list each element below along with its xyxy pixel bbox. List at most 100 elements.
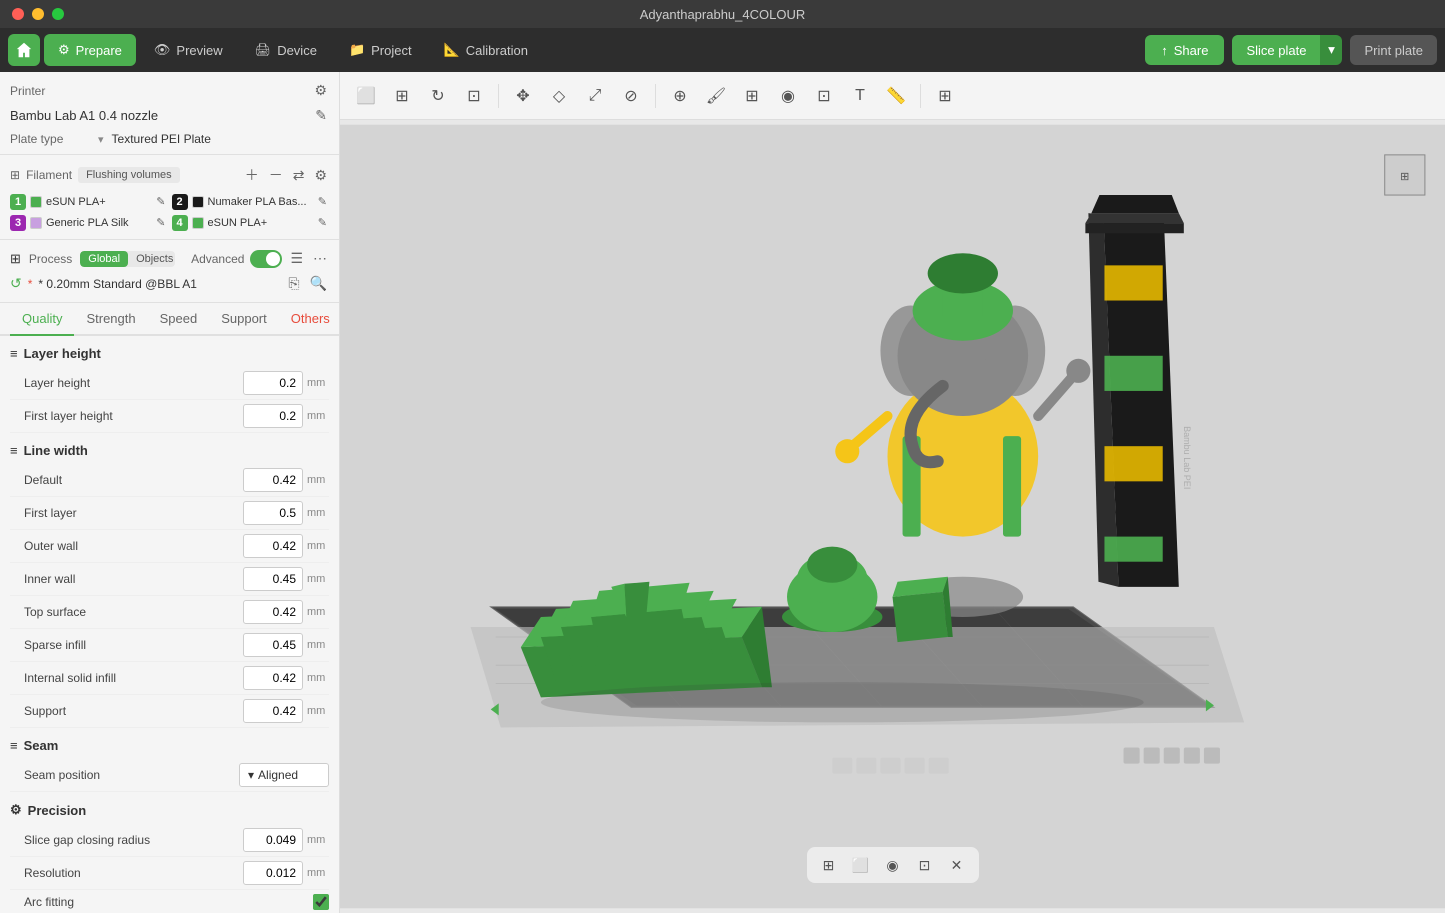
tab-support[interactable]: Support (209, 303, 279, 336)
share-button[interactable]: ↑ Share (1145, 35, 1224, 65)
bt-btn-5[interactable]: ✕ (943, 851, 971, 879)
inner-wall-label: Inner wall (10, 572, 243, 586)
filament-edit-1[interactable]: ✎ (154, 193, 167, 210)
tab-speed[interactable]: Speed (148, 303, 210, 336)
vt-paint-btn[interactable]: 🖌 (700, 80, 732, 112)
vt-rotate-btn[interactable]: ↻ (422, 80, 454, 112)
process-view-button[interactable]: ☰ (288, 248, 305, 269)
sparse-infill-input[interactable] (243, 633, 303, 657)
first-layer-lw-label: First layer (10, 506, 243, 520)
outer-wall-unit: mm (307, 540, 329, 552)
viewport[interactable]: ⬜ ⊞ ↻ ⊡ ✥ ◇ ⤢ ⊘ ⊕ 🖌 ⊞ ◉ ⊡ T 📏 ⊞ (340, 72, 1445, 913)
vt-measure-btn[interactable]: 📏 (880, 80, 912, 112)
vt-perspective-btn[interactable]: ⬜ (350, 80, 382, 112)
vt-grid-btn[interactable]: ⊞ (386, 80, 418, 112)
slice-gap-input[interactable] (243, 828, 303, 852)
tab-project[interactable]: 📁 Project (335, 34, 426, 66)
filament-sync-button[interactable]: ⇄ (291, 165, 307, 186)
process-settings-button[interactable]: ⋯ (311, 248, 329, 269)
layer-height-header: ≡ Layer height (10, 336, 329, 367)
bt-btn-2[interactable]: ⬜ (847, 851, 875, 879)
tab-preview[interactable]: 👁 Preview (140, 34, 237, 66)
filament-edit-4[interactable]: ✎ (316, 214, 329, 231)
sparse-infill-unit: mm (307, 639, 329, 651)
filament-remove-button[interactable]: － (267, 163, 285, 187)
vt-cut-btn[interactable]: ⊘ (615, 80, 647, 112)
vt-select-btn[interactable]: ⊕ (664, 80, 696, 112)
close-button[interactable] (12, 8, 24, 20)
tab-strength[interactable]: Strength (74, 303, 147, 336)
resolution-label: Resolution (10, 866, 243, 880)
tab-prepare[interactable]: ⚙ Prepare (44, 34, 136, 66)
filament-name-1: eSUN PLA+ (46, 196, 150, 208)
profile-search-button[interactable]: 🔍 (308, 273, 329, 294)
bt-btn-3[interactable]: ◉ (879, 851, 907, 879)
vt-orient-btn[interactable]: ◇ (543, 80, 575, 112)
filament-edit-2[interactable]: ✎ (316, 193, 329, 210)
filament-item-1: 1 eSUN PLA+ ✎ (10, 193, 168, 210)
slice-dropdown-button[interactable]: ▾ (1320, 35, 1342, 65)
slice-gap-value: mm (243, 828, 329, 852)
vt-modifier-btn[interactable]: ⊡ (808, 80, 840, 112)
filament-section-label: Filament (26, 168, 72, 182)
tab-quality[interactable]: Quality (10, 303, 74, 336)
vt-text-btn[interactable]: T (844, 80, 876, 112)
settings-scroll[interactable]: ≡ Layer height Layer height mm First lay… (0, 336, 339, 913)
filament-color-3 (30, 217, 42, 229)
viewport-canvas[interactable]: Bambu Lab PEI (340, 120, 1445, 913)
bt-btn-4[interactable]: ⊡ (911, 851, 939, 879)
printer-header: Printer ⚙ (10, 80, 329, 101)
vt-seam-btn[interactable]: ◉ (772, 80, 804, 112)
tab-calibration[interactable]: 📐 Calibration (430, 34, 542, 66)
support-lw-input[interactable] (243, 699, 303, 723)
profile-copy-button[interactable]: ⎘ (286, 273, 301, 294)
inner-wall-value: mm (243, 567, 329, 591)
slice-plate-button[interactable]: Slice plate (1232, 35, 1320, 65)
bt-btn-1[interactable]: ⊞ (815, 851, 843, 879)
top-surface-unit: mm (307, 606, 329, 618)
home-icon (15, 41, 33, 59)
printer-edit-button[interactable]: ✎ (313, 105, 329, 126)
left-panel: Printer ⚙ Bambu Lab A1 0.4 nozzle ✎ Plat… (0, 72, 340, 913)
default-lw-input[interactable] (243, 468, 303, 492)
line-width-header: ≡ Line width (10, 433, 329, 464)
bottom-toolbar: ⊞ ⬜ ◉ ⊡ ✕ (807, 847, 979, 883)
vt-section-btn[interactable]: ⊡ (458, 80, 490, 112)
vt-scale-btn[interactable]: ⤢ (579, 80, 611, 112)
home-button[interactable] (8, 34, 40, 66)
vt-move-btn[interactable]: ✥ (507, 80, 539, 112)
filament-add-button[interactable]: ＋ (243, 163, 261, 187)
resolution-input[interactable] (243, 861, 303, 885)
refresh-icon: ↺ (10, 275, 22, 292)
top-surface-input[interactable] (243, 600, 303, 624)
toggle-global[interactable]: Global (80, 251, 128, 267)
preview-label: Preview (176, 43, 222, 58)
toggle-objects[interactable]: Objects (128, 251, 175, 267)
filament-edit-3[interactable]: ✎ (154, 214, 167, 231)
tab-others[interactable]: Others (279, 303, 340, 336)
window-controls (12, 8, 64, 20)
seam-position-select[interactable]: ▾ Aligned (239, 763, 329, 787)
filament-item-3: 3 Generic PLA Silk ✎ (10, 214, 168, 231)
flushing-volumes-button[interactable]: Flushing volumes (78, 167, 180, 183)
layer-height-input[interactable] (243, 371, 303, 395)
minimize-button[interactable] (32, 8, 44, 20)
first-layer-height-input[interactable] (243, 404, 303, 428)
filament-color-2 (192, 196, 204, 208)
vt-arrange-btn[interactable]: ⊞ (929, 80, 961, 112)
internal-solid-input[interactable] (243, 666, 303, 690)
advanced-toggle[interactable] (250, 250, 282, 268)
outer-wall-label: Outer wall (10, 539, 243, 553)
filament-settings-button[interactable]: ⚙ (312, 165, 329, 186)
printer-settings-button[interactable]: ⚙ (312, 80, 329, 101)
first-layer-lw-input[interactable] (243, 501, 303, 525)
arc-fitting-checkbox[interactable] (313, 894, 329, 910)
filament-grid: 1 eSUN PLA+ ✎ 2 Numaker PLA Bas... ✎ 3 G… (10, 193, 329, 231)
tab-device[interactable]: 🖨 Device (241, 34, 331, 66)
vt-support-btn[interactable]: ⊞ (736, 80, 768, 112)
resolution-value: mm (243, 861, 329, 885)
outer-wall-input[interactable] (243, 534, 303, 558)
maximize-button[interactable] (52, 8, 64, 20)
inner-wall-input[interactable] (243, 567, 303, 591)
print-plate-button[interactable]: Print plate (1350, 35, 1437, 65)
